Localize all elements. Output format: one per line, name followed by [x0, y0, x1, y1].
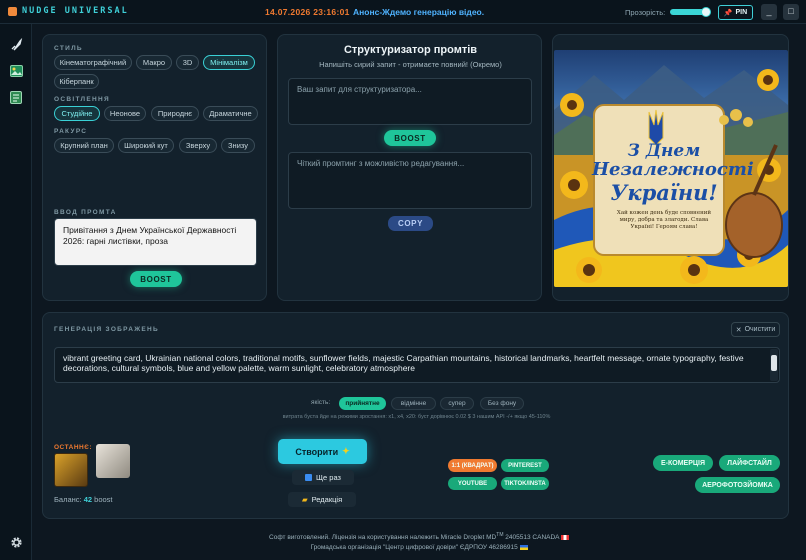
app-logo-icon: [8, 7, 17, 16]
chip-style-3d[interactable]: 3D: [176, 55, 199, 70]
prompt-section-title: ВВОД ПРОМТА: [54, 209, 117, 216]
pin-icon: 📌: [723, 9, 733, 17]
rocket-icon[interactable]: [9, 38, 23, 52]
top-bar: NUDGE UNIVERSAL 14.07.2026 23:16:01 Анон…: [0, 0, 806, 24]
quality-option-super[interactable]: супер: [440, 397, 474, 410]
chip-angle-closeup[interactable]: Крупний план: [54, 138, 114, 153]
recent-thumbnail-2[interactable]: [96, 444, 130, 478]
footer-line1: Софт виготовлений. Ліцензія на користува…: [32, 530, 806, 543]
generation-panel: ГЕНЕРАЦІЯ ЗОБРАЖЕНЬ ✕ Очистити vibrant gr…: [42, 312, 789, 519]
app-title: NUDGE UNIVERSAL: [22, 6, 129, 16]
balance-unit: boost: [94, 495, 113, 504]
prompt-input[interactable]: Привітання з Днем Української Державност…: [54, 218, 257, 266]
format-tag-pinterest[interactable]: PINTEREST: [501, 459, 549, 472]
market-tag-lifestyle[interactable]: ЛАЙФСТАЙЛ: [719, 455, 780, 471]
checkbox-icon: [305, 474, 312, 481]
edit-label: Редакція: [311, 495, 343, 504]
chip-light-studio[interactable]: Студійне: [54, 106, 100, 121]
close-button[interactable]: □: [783, 4, 799, 20]
structurizer-title: Структуризатор промтів: [343, 44, 478, 56]
sparkle-icon: ✦: [342, 446, 350, 456]
market-tag-aerial[interactable]: АЕРОФОТОЗЙОМКА: [695, 477, 780, 493]
document-icon[interactable]: [9, 90, 23, 104]
format-tag-tiktok-insta[interactable]: TIKTOK/INSTA: [501, 477, 549, 490]
minimize-button[interactable]: _: [761, 4, 777, 20]
balance-row: Баланс: 42 boost: [54, 495, 113, 504]
quality-option-excellent[interactable]: відмінне: [391, 397, 436, 410]
chip-angle-bottom[interactable]: Знизу: [221, 138, 255, 153]
chip-style-cinematic[interactable]: Кінематографічний: [54, 55, 132, 70]
chip-light-neon[interactable]: Неонове: [104, 106, 146, 121]
generation-title: ГЕНЕРАЦІЯ ЗОБРАЖЕНЬ: [54, 326, 159, 333]
card-body-text: Хай кожен день буде сповнений миру, добр…: [616, 210, 712, 230]
once-more-label: Ще раз: [316, 473, 341, 482]
chip-style-cyberpunk[interactable]: Кіберпанк: [54, 74, 99, 89]
structurizer-input[interactable]: Ваш запит для структуризатора...: [288, 78, 532, 125]
balance-label: Баланс:: [54, 495, 82, 504]
edit-button[interactable]: ▰ Редакція: [288, 492, 356, 507]
structurizer-output[interactable]: Чіткий промтинг з можливістю редагування…: [288, 152, 532, 209]
close-icon: ✕: [735, 326, 742, 334]
footer-line2: Громадська організація "Центр цифрової д…: [32, 543, 806, 553]
pin-label: PIN: [735, 9, 748, 16]
footer-license-text: Софт виготовлений. Ліцензія на користува…: [269, 534, 497, 542]
chip-style-minimalism[interactable]: Мінімалізм: [203, 55, 255, 70]
edit-icon: ▰: [301, 495, 308, 504]
preview-panel: З Днем Незалежності України! Хай кожен д…: [552, 34, 789, 301]
create-label: Створити: [295, 446, 339, 457]
footer-organization: Громадська організація "Центр цифрової д…: [310, 544, 518, 552]
chip-light-natural[interactable]: Природнє: [151, 106, 199, 121]
structurizer-boost-button[interactable]: BOOST: [384, 130, 436, 146]
transparency-label: Прозорість:: [625, 8, 666, 17]
lighting-section-title: ОСВІТЛЕННЯ: [54, 96, 111, 103]
footer-trademark: TM: [496, 532, 504, 538]
boost-button[interactable]: BOOST: [130, 271, 182, 287]
chip-angle-top[interactable]: Зверху: [179, 138, 217, 153]
format-tag-youtube[interactable]: YOUTUBE: [448, 477, 497, 490]
once-more-button[interactable]: Ще раз: [292, 470, 354, 485]
chip-light-dramatic[interactable]: Драматичне: [203, 106, 258, 121]
left-rail: [0, 24, 32, 560]
transparency-slider[interactable]: [670, 7, 711, 17]
announcement-text: Анонс-Ждемо генерацію відео.: [353, 7, 485, 17]
structurizer-subtitle: Напишіть сирий запит - отримаєте повний!…: [319, 60, 502, 69]
market-tag-ecommerce[interactable]: E-КОМЕРЦІЯ: [653, 455, 713, 471]
quality-option-acceptable[interactable]: прийнятне: [339, 397, 386, 410]
clear-label: Очистити: [744, 326, 776, 333]
scrollbar-thumb[interactable]: [771, 355, 777, 371]
canada-flag-icon: [560, 534, 569, 540]
balance-value: 42: [83, 495, 93, 504]
card-heading-line1: З Днем: [627, 141, 701, 161]
quality-label: якість:: [311, 399, 331, 406]
gear-icon[interactable]: [9, 535, 23, 549]
copy-button[interactable]: COPY: [388, 216, 433, 231]
pin-button[interactable]: 📌 PIN: [718, 5, 753, 20]
footer-license-number: 2405513 CANADA: [503, 534, 560, 542]
slider-knob[interactable]: [701, 7, 711, 17]
chip-style-macro[interactable]: Макро: [136, 55, 172, 70]
card-heading-line2: Незалежності: [592, 159, 754, 180]
clear-button[interactable]: ✕ Очистити: [731, 322, 780, 337]
preview-image: З Днем Незалежності України! Хай кожен д…: [554, 50, 788, 287]
structurizer-panel: Структуризатор промтів Напишіть сирий за…: [277, 34, 542, 301]
footer: Софт виготовлений. Ліцензія на користува…: [32, 530, 806, 553]
datetime-display: 14.07.2026 23:16:01: [265, 7, 350, 17]
cost-note: витрата буста йде на режими зростання: х…: [282, 414, 551, 420]
card-heading-line3: України!: [610, 180, 718, 205]
generation-prompt-field[interactable]: vibrant greeting card, Ukrainian nationa…: [54, 347, 780, 383]
chip-angle-wide[interactable]: Широкий кут: [118, 138, 174, 153]
recent-thumbnail-1[interactable]: [54, 453, 88, 487]
ukraine-flag-icon: [519, 544, 528, 550]
prompt-scrollbar[interactable]: [770, 349, 778, 381]
recent-label: ОСТАННЄ:: [54, 444, 93, 451]
settings-panel: СТИЛЬ Кінематографічний Макро 3D Мінімал…: [42, 34, 267, 301]
style-section-title: СТИЛЬ: [54, 45, 83, 52]
quality-option-no-background[interactable]: Без фону: [480, 397, 524, 410]
format-tag-square[interactable]: 1:1 (КВАДРАТ): [448, 459, 497, 472]
angle-section-title: РАКУРС: [54, 128, 88, 135]
image-icon[interactable]: [9, 64, 23, 78]
create-button[interactable]: Створити ✦: [278, 439, 367, 464]
